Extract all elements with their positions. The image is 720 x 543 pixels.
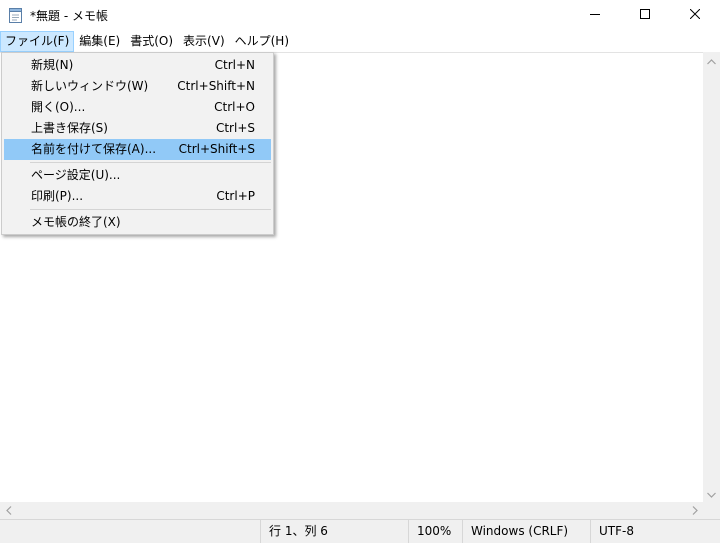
scroll-right-button[interactable]	[686, 502, 703, 519]
menu-help[interactable]: ヘルプ(H)	[230, 31, 294, 52]
horizontal-scrollbar[interactable]	[0, 502, 703, 519]
notepad-icon	[8, 6, 24, 24]
minimize-icon	[590, 8, 600, 22]
scroll-down-button[interactable]	[703, 485, 720, 502]
menu-item-label: 印刷(P)...	[31, 189, 84, 203]
scrollbar-corner	[703, 502, 720, 519]
minimize-button[interactable]	[572, 0, 618, 30]
menu-item-save[interactable]: 上書き保存(S) Ctrl+S	[4, 118, 271, 139]
close-icon	[689, 8, 701, 22]
maximize-icon	[640, 8, 650, 22]
menu-format[interactable]: 書式(O)	[125, 31, 178, 52]
text-encoding: UTF-8	[590, 520, 720, 543]
menu-item-new[interactable]: 新規(N) Ctrl+N	[4, 55, 271, 76]
menu-separator	[30, 162, 271, 163]
menu-edit[interactable]: 編集(E)	[74, 31, 125, 52]
zoom-level: 100%	[408, 520, 462, 543]
vertical-scrollbar[interactable]	[703, 52, 720, 502]
menu-item-label: 新規(N)	[31, 58, 74, 72]
scroll-left-button[interactable]	[0, 502, 17, 519]
file-menu-dropdown: 新規(N) Ctrl+N 新しいウィンドウ(W) Ctrl+Shift+N 開く…	[1, 52, 274, 235]
menu-file[interactable]: ファイル(F)	[0, 31, 75, 52]
status-bar: 行 1、列 6 100% Windows (CRLF) UTF-8	[0, 519, 720, 543]
menu-item-open[interactable]: 開く(O)... Ctrl+O	[4, 97, 271, 118]
menu-item-label: 名前を付けて保存(A)...	[31, 142, 157, 156]
cursor-position: 行 1、列 6	[260, 520, 408, 543]
menu-item-exit[interactable]: メモ帳の終了(X)	[4, 212, 271, 233]
menu-view[interactable]: 表示(V)	[178, 31, 230, 52]
scroll-up-button[interactable]	[703, 52, 720, 69]
menu-item-shortcut: Ctrl+Shift+N	[177, 79, 255, 93]
menu-item-label: 上書き保存(S)	[31, 121, 108, 135]
menu-item-shortcut: Ctrl+P	[216, 189, 255, 203]
menu-separator	[30, 209, 271, 210]
menu-item-shortcut: Ctrl+S	[215, 121, 255, 135]
chevron-up-icon	[707, 54, 716, 68]
chevron-right-icon	[692, 504, 698, 518]
menu-item-new-window[interactable]: 新しいウィンドウ(W) Ctrl+Shift+N	[4, 76, 271, 97]
title-bar[interactable]: *無題 - メモ帳	[0, 0, 720, 31]
menu-item-label: 開く(O)...	[31, 100, 86, 114]
chevron-left-icon	[5, 504, 12, 518]
menu-item-shortcut: Ctrl+Shift+S	[178, 142, 255, 156]
maximize-button[interactable]	[622, 0, 668, 30]
menu-item-label: ページ設定(U)...	[31, 168, 121, 182]
line-ending: Windows (CRLF)	[462, 520, 590, 543]
menu-item-label: 新しいウィンドウ(W)	[31, 79, 149, 93]
menu-item-shortcut: Ctrl+N	[214, 58, 255, 72]
menu-item-shortcut: Ctrl+O	[214, 100, 255, 114]
chevron-down-icon	[707, 487, 716, 501]
menu-item-page-setup[interactable]: ページ設定(U)...	[4, 165, 271, 186]
menu-item-label: メモ帳の終了(X)	[31, 215, 121, 229]
menu-item-print[interactable]: 印刷(P)... Ctrl+P	[4, 186, 271, 207]
close-button[interactable]	[672, 0, 718, 30]
menu-item-save-as[interactable]: 名前を付けて保存(A)... Ctrl+Shift+S	[4, 139, 271, 160]
menu-bar: ファイル(F) 編集(E) 書式(O) 表示(V) ヘルプ(H)	[0, 31, 720, 52]
window-title: *無題 - メモ帳	[30, 9, 108, 23]
